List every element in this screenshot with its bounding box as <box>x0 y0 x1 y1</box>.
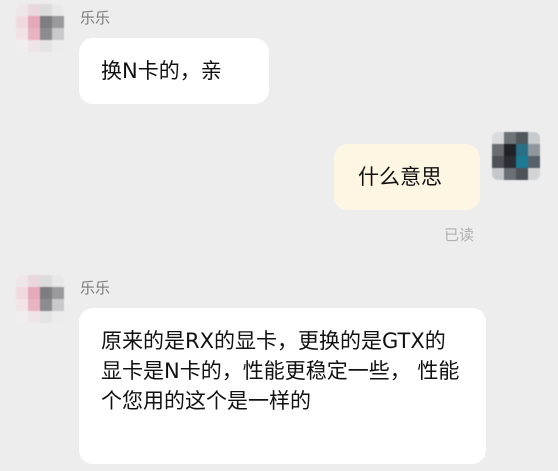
read-status: 已读 <box>444 226 475 244</box>
contact-avatar[interactable] <box>16 275 64 323</box>
message-text: 原来的是RX的显卡，更换的是GTX的显卡是N卡的，性能更稳定一些， 性能个您用的… <box>101 329 460 413</box>
contact-avatar[interactable] <box>16 4 64 52</box>
sender-name: 乐乐 <box>80 9 111 27</box>
message-bubble-received[interactable]: 原来的是RX的显卡，更换的是GTX的显卡是N卡的，性能更稳定一些， 性能个您用的… <box>79 308 486 464</box>
message-text: 什么意思 <box>358 165 442 189</box>
my-avatar[interactable] <box>492 132 540 180</box>
message-bubble-sent[interactable]: 什么意思 <box>334 144 480 210</box>
message-bubble-received[interactable]: 换N卡的，亲 <box>79 38 269 104</box>
sender-name: 乐乐 <box>80 279 111 297</box>
message-text: 换N卡的，亲 <box>101 59 222 83</box>
